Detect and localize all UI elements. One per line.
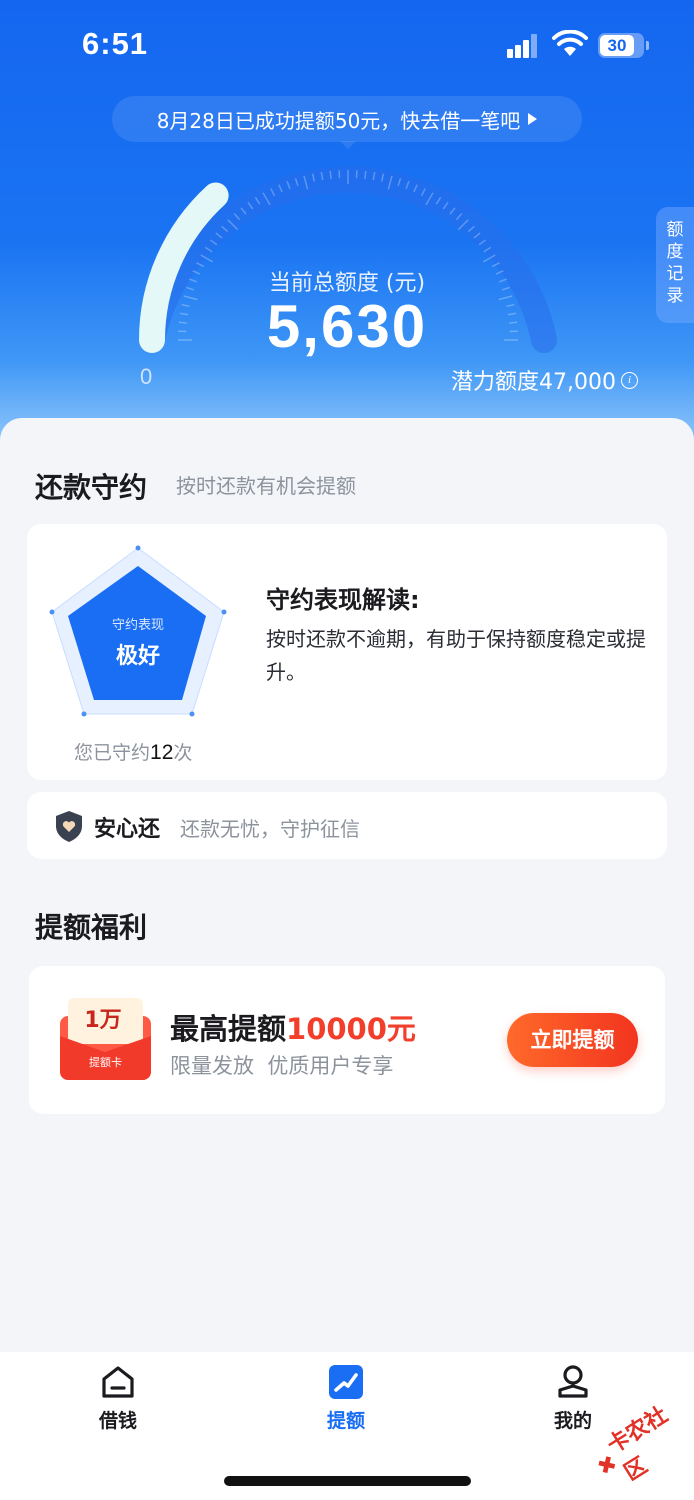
safe-repay-desc: 还款无忧，守护征信 [180, 817, 360, 841]
gauge-min-label: 0 [140, 364, 153, 389]
shield-heart-icon [56, 811, 82, 842]
welfare-head-amount: 10000元 [286, 1012, 416, 1046]
wifi-icon [552, 30, 588, 56]
potential-label: 潜力额度47,000 [451, 370, 616, 395]
count-suffix: 次 [173, 742, 193, 764]
safe-repay-name: 安心还 [94, 817, 161, 842]
promo-pointer [340, 141, 356, 149]
arrow-right-icon [528, 113, 538, 125]
welfare-subtitle: 限量发放 优质用户专享 [170, 1054, 394, 1078]
credit-record-tab[interactable]: 额度记录 [656, 207, 694, 323]
performance-value: 极好 [115, 644, 160, 669]
gauge-tick [329, 170, 332, 179]
repayment-section-title: 还款守约 [35, 471, 148, 504]
interpret-text: 按时还款不逾期，有助于保持额度稳定或提升。 [266, 627, 646, 684]
count-prefix: 您已守约 [74, 742, 151, 764]
repayment-section-subtitle: 按时还款有机会提额 [176, 474, 356, 498]
tab-borrow-label: 借钱 [98, 1410, 137, 1432]
repayment-count: 您已守约12次 [74, 738, 192, 765]
lift-icon [329, 1365, 363, 1399]
credit-record-label: 额度记录 [666, 220, 684, 306]
tab-borrow[interactable]: 借钱 [63, 1362, 173, 1433]
performance-pentagon [49, 545, 227, 717]
tab-lift-label: 提额 [326, 1410, 365, 1432]
welfare-section-title: 提额福利 [35, 911, 148, 944]
promo-banner[interactable]: 8月28日已成功提额50元，快去借一笔吧 [112, 96, 582, 142]
tab-lift[interactable]: 提额 [291, 1362, 401, 1433]
welfare-head-prefix: 最高提额 [170, 1012, 287, 1046]
status-time: 6:51 [82, 26, 149, 61]
count-number: 12 [150, 741, 174, 764]
signal-icon [507, 34, 545, 58]
info-icon[interactable]: i [621, 371, 638, 389]
battery-icon: 30 [598, 33, 649, 58]
potential-credit[interactable]: 潜力额度47,000 i [451, 364, 638, 396]
interpret-title: 守约表现解读: [266, 586, 420, 614]
user-icon [558, 1365, 588, 1398]
lift-now-button[interactable]: 立即提额 [507, 1013, 638, 1067]
home-icon [102, 1366, 134, 1398]
battery-level: 30 [607, 36, 627, 55]
welfare-headline: 最高提额10000元 [170, 1006, 416, 1048]
credit-value: 5,630 [266, 293, 428, 360]
performance-label: 守约表现 [111, 618, 164, 633]
promo-text: 8月28日已成功提额50元，快去借一笔吧 [156, 108, 521, 133]
lift-card-amount: 1万 [84, 1008, 122, 1033]
tab-mine[interactable]: 我的 [518, 1362, 628, 1433]
status-bar: 6:51 30 [0, 0, 694, 90]
lift-card-label: 提额卡 [89, 1056, 122, 1069]
gauge-tick [364, 170, 367, 179]
home-indicator [224, 1476, 471, 1486]
